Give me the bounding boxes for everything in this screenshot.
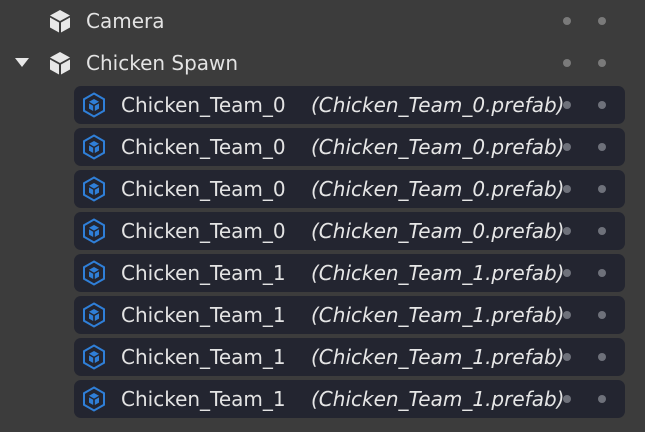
visibility-toggle[interactable]: [563, 185, 571, 193]
prefab-icon: [83, 302, 105, 328]
visibility-toggle[interactable]: [563, 101, 571, 109]
prefab-reference: (Chicken_Team_1.prefab): [311, 345, 565, 369]
hierarchy-item-prefab[interactable]: Chicken_Team_0 (Chicken_Team_0.prefab): [0, 168, 645, 210]
visibility-toggle[interactable]: [563, 143, 571, 151]
visibility-toggle[interactable]: [563, 227, 571, 235]
visibility-toggle[interactable]: [563, 17, 571, 25]
prefab-name: Chicken_Team_1: [121, 387, 286, 411]
prefab-icon: [83, 92, 105, 118]
visibility-toggle[interactable]: [563, 269, 571, 277]
visibility-toggle[interactable]: [563, 311, 571, 319]
cube-icon: [50, 52, 70, 75]
visibility-toggle[interactable]: [563, 59, 571, 67]
prefab-name: Chicken_Team_0: [121, 219, 286, 243]
prefab-reference: (Chicken_Team_1.prefab): [311, 303, 565, 327]
prefab-reference: (Chicken_Team_0.prefab): [311, 135, 565, 159]
hierarchy-item-chicken-spawn[interactable]: Chicken Spawn: [0, 42, 645, 84]
prefab-reference: (Chicken_Team_0.prefab): [311, 177, 565, 201]
prefab-icon: [83, 176, 105, 202]
prefab-icon: [83, 134, 105, 160]
hierarchy-item-camera[interactable]: Camera: [0, 0, 645, 42]
prefab-reference: (Chicken_Team_1.prefab): [311, 261, 565, 285]
prefab-reference: (Chicken_Team_1.prefab): [311, 387, 565, 411]
hierarchy-item-prefab[interactable]: Chicken_Team_1 (Chicken_Team_1.prefab): [0, 378, 645, 420]
pickable-toggle[interactable]: [598, 59, 606, 67]
hierarchy-item-prefab[interactable]: Chicken_Team_0 (Chicken_Team_0.prefab): [0, 210, 645, 252]
prefab-name: Chicken_Team_1: [121, 345, 286, 369]
prefab-icon: [83, 260, 105, 286]
scene-hierarchy: Camera Chicken Spawn Chicken_Team_0 (Chi…: [0, 0, 645, 432]
hierarchy-item-label: Camera: [86, 9, 165, 33]
prefab-reference: (Chicken_Team_0.prefab): [311, 219, 565, 243]
prefab-icon: [83, 218, 105, 244]
visibility-toggle[interactable]: [563, 353, 571, 361]
pickable-toggle[interactable]: [598, 101, 606, 109]
expand-arrow-icon[interactable]: [14, 57, 30, 69]
hierarchy-item-prefab[interactable]: Chicken_Team_1 (Chicken_Team_1.prefab): [0, 294, 645, 336]
hierarchy-item-prefab[interactable]: Chicken_Team_0 (Chicken_Team_0.prefab): [0, 126, 645, 168]
prefab-name: Chicken_Team_1: [121, 303, 286, 327]
pickable-toggle[interactable]: [598, 185, 606, 193]
pickable-toggle[interactable]: [598, 269, 606, 277]
pickable-toggle[interactable]: [598, 311, 606, 319]
prefab-name: Chicken_Team_1: [121, 261, 286, 285]
pickable-toggle[interactable]: [598, 143, 606, 151]
hierarchy-item-prefab[interactable]: Chicken_Team_1 (Chicken_Team_1.prefab): [0, 252, 645, 294]
prefab-icon: [83, 344, 105, 370]
visibility-toggle[interactable]: [563, 395, 571, 403]
pickable-toggle[interactable]: [598, 395, 606, 403]
pickable-toggle[interactable]: [598, 353, 606, 361]
prefab-name: Chicken_Team_0: [121, 135, 286, 159]
pickable-toggle[interactable]: [598, 227, 606, 235]
cube-icon: [50, 10, 70, 33]
pickable-toggle[interactable]: [598, 17, 606, 25]
hierarchy-item-prefab[interactable]: Chicken_Team_0 (Chicken_Team_0.prefab): [0, 84, 645, 126]
prefab-reference: (Chicken_Team_0.prefab): [311, 93, 565, 117]
prefab-icon: [83, 386, 105, 412]
hierarchy-item-label: Chicken Spawn: [86, 51, 239, 75]
prefab-name: Chicken_Team_0: [121, 177, 286, 201]
prefab-name: Chicken_Team_0: [121, 93, 286, 117]
hierarchy-item-prefab[interactable]: Chicken_Team_1 (Chicken_Team_1.prefab): [0, 336, 645, 378]
